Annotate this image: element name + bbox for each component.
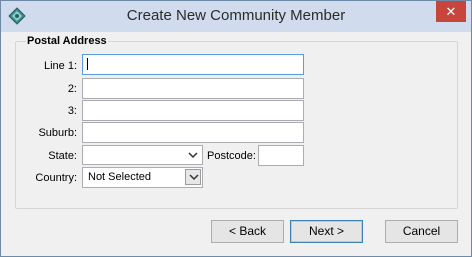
postcode-input[interactable]	[258, 145, 304, 166]
cancel-button[interactable]: Cancel	[385, 220, 458, 243]
line1-label: Line 1:	[43, 60, 77, 72]
suburb-label: Suburb:	[38, 127, 77, 139]
suburb-input[interactable]	[82, 122, 304, 143]
country-value: Not Selected	[88, 171, 151, 183]
state-label: State:	[48, 150, 77, 162]
dialog-window: Create New Community Member ✕ Postal Add…	[0, 0, 472, 257]
dropdown-button[interactable]	[185, 169, 201, 185]
line1-input[interactable]	[82, 54, 304, 75]
line3-label: 3:	[67, 105, 77, 117]
country-label: Country:	[35, 172, 77, 184]
country-select[interactable]: Not Selected	[82, 167, 203, 188]
back-button[interactable]: < Back	[211, 220, 284, 243]
title-bar[interactable]: Create New Community Member ✕	[1, 1, 471, 32]
dialog-content: Postal Address Line 1: 2: 3: Suburb: Sta…	[1, 32, 471, 256]
state-select[interactable]	[82, 145, 203, 165]
chevron-down-icon	[189, 174, 199, 181]
line2-label: 2:	[67, 83, 77, 95]
next-button[interactable]: Next >	[290, 220, 363, 243]
chevron-down-icon	[188, 149, 198, 161]
close-button[interactable]: ✕	[436, 1, 466, 22]
line2-input[interactable]	[82, 78, 304, 99]
postcode-label: Postcode:	[207, 150, 256, 162]
line3-input[interactable]	[82, 100, 304, 121]
window-title: Create New Community Member	[126, 7, 346, 24]
group-title: Postal Address	[26, 35, 108, 47]
text-caret	[87, 58, 88, 70]
close-icon: ✕	[445, 4, 457, 19]
